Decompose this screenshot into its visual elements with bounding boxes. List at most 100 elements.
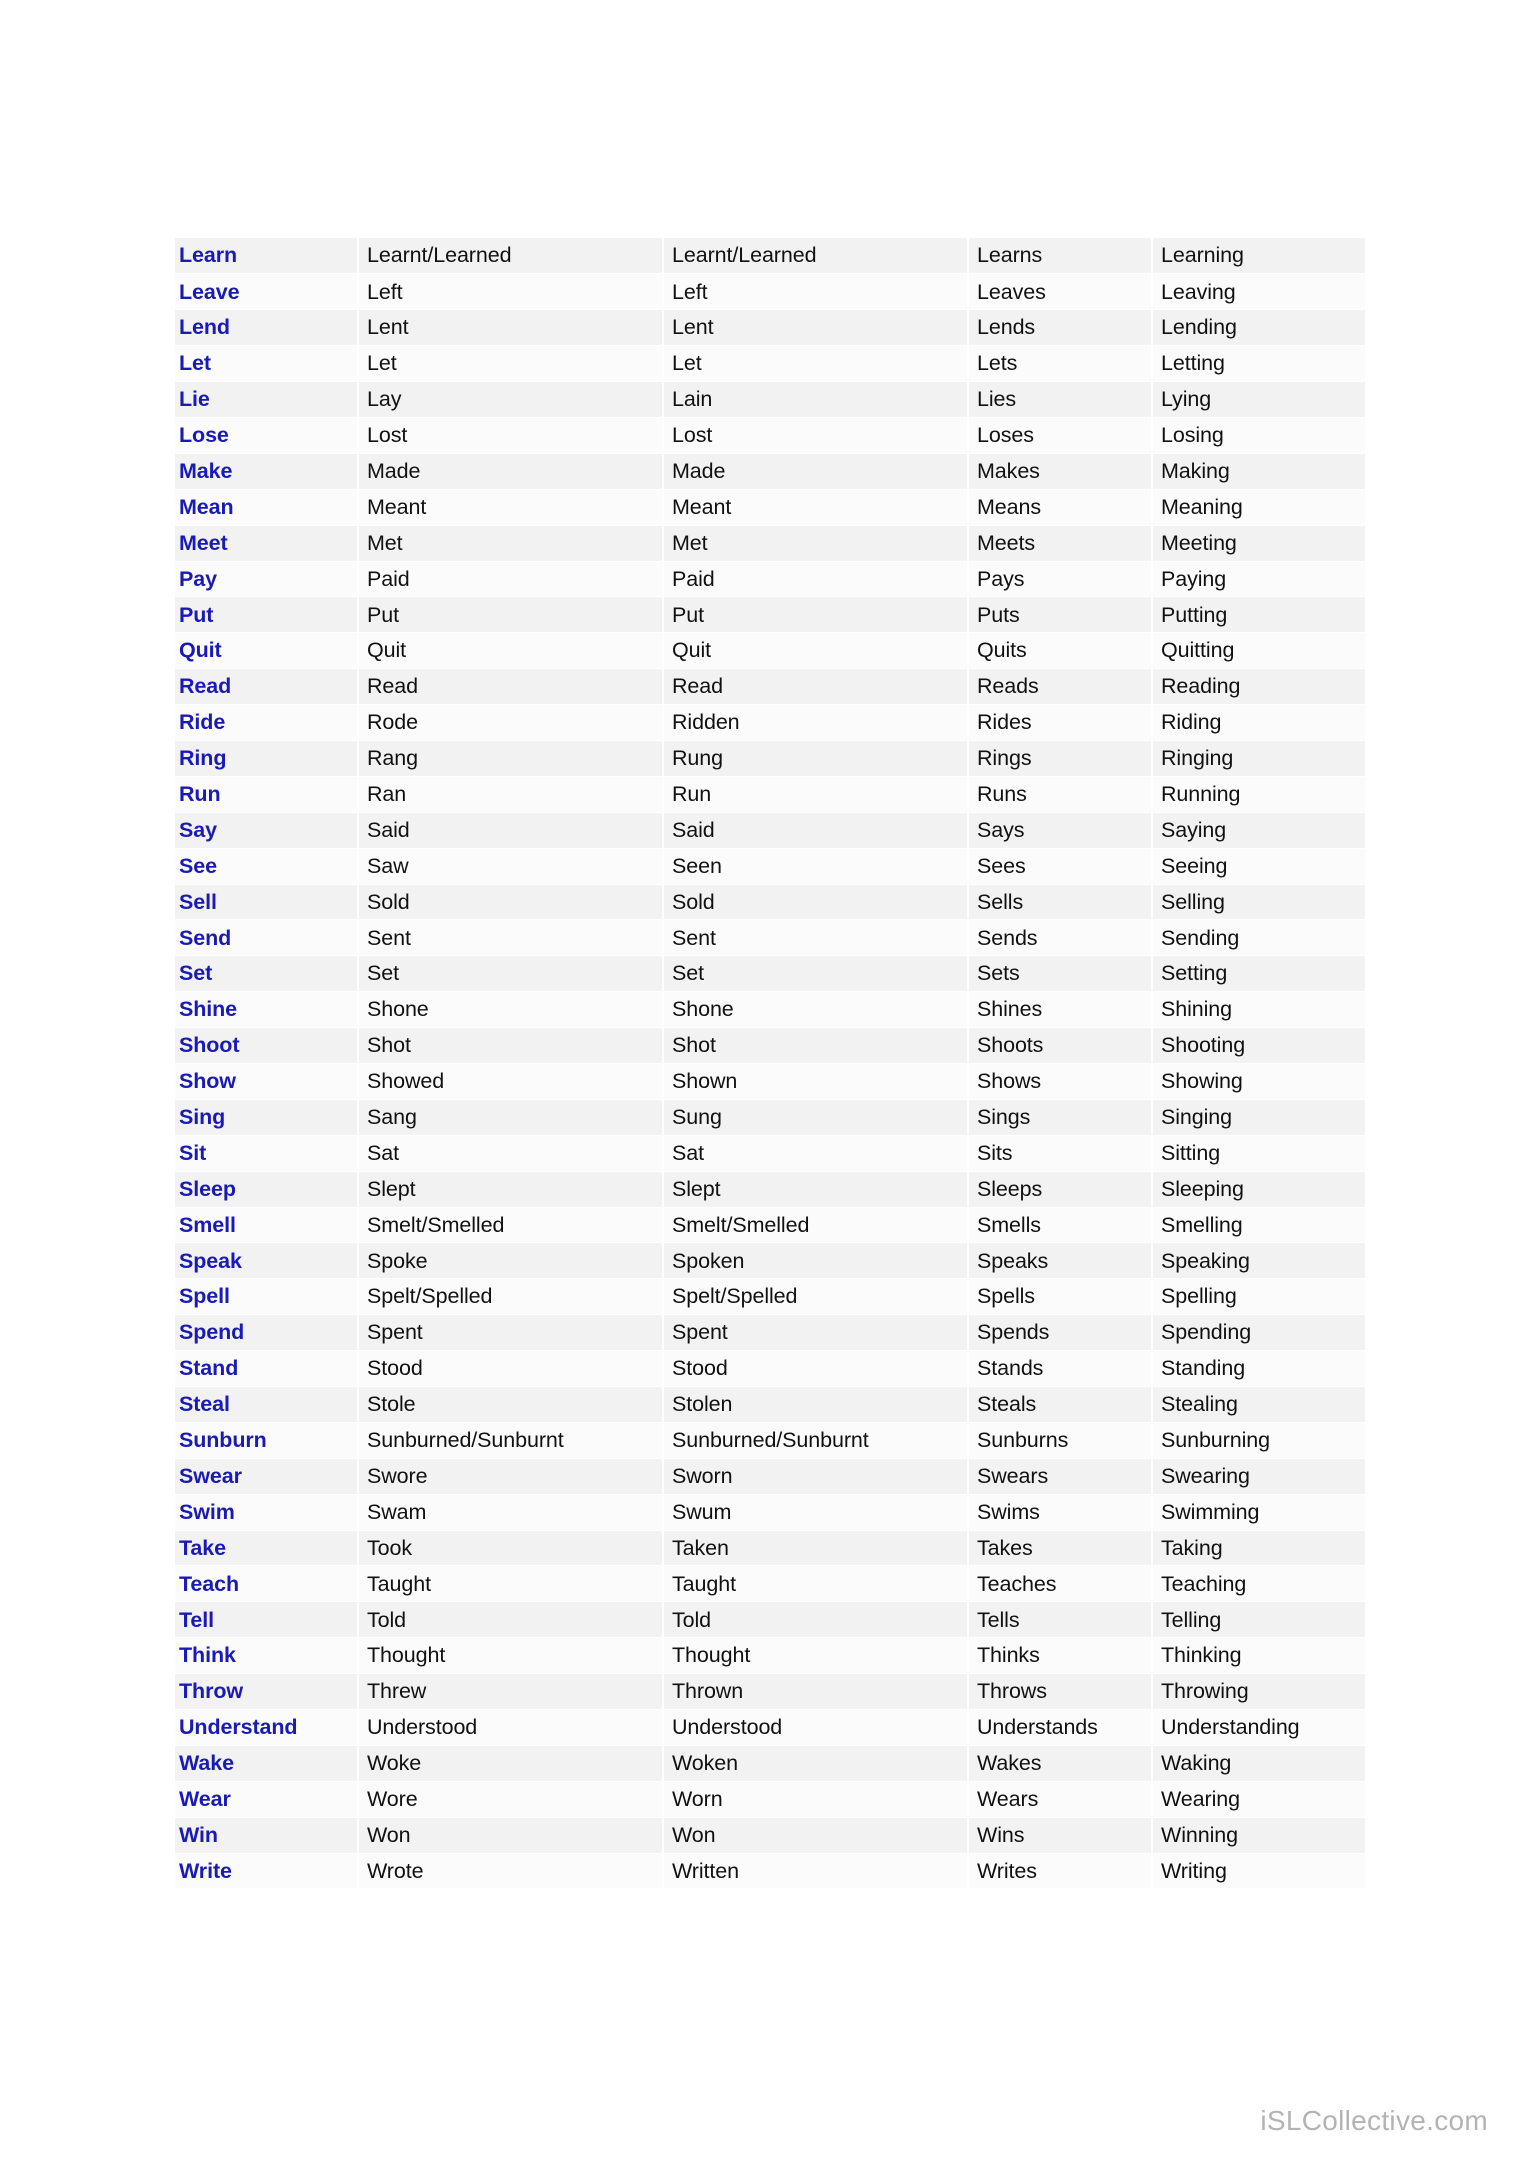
verb-form-cell: Spelling: [1152, 1278, 1365, 1316]
table-row: Leave Left Left Leaves Leaving: [175, 273, 1365, 311]
table-row: Swim Swam Swum Swims Swimming: [175, 1494, 1365, 1531]
verb-form-cell: Stood: [663, 1350, 969, 1387]
verb-base-form-cell: Put: [175, 596, 359, 634]
verb-base-form-cell: Understand: [175, 1709, 359, 1746]
verb-form-cell: Run: [663, 776, 969, 813]
table-row: Spend Spent Spent Spends Spending: [175, 1314, 1365, 1352]
verb-base-form-cell: Steal: [175, 1386, 359, 1423]
verb-form-cell: Stole: [358, 1386, 664, 1423]
verb-form-cell: Meaning: [1152, 489, 1365, 526]
verb-form-cell: Spending: [1152, 1314, 1365, 1352]
verb-form-cell: Sunburned/Sunburnt: [358, 1422, 664, 1459]
verb-form-cell: Meeting: [1152, 525, 1365, 562]
verb-form-cell: Sunburning: [1152, 1422, 1365, 1459]
verb-form-cell: Saw: [358, 848, 664, 885]
verb-form-cell: Swears: [968, 1458, 1153, 1495]
verb-form-cell: Reading: [1152, 668, 1365, 706]
verb-base-form-cell: Quit: [175, 632, 359, 670]
verb-base-form-cell: Speak: [175, 1242, 359, 1280]
verb-form-cell: Makes: [968, 453, 1153, 490]
verb-form-cell: Runs: [968, 776, 1153, 813]
verb-form-cell: Spoke: [358, 1242, 664, 1280]
verb-form-cell: Lent: [663, 309, 969, 347]
verb-base-form-cell: Stand: [175, 1350, 359, 1387]
table-row: Wear Wore Worn Wears Wearing: [175, 1781, 1365, 1818]
verb-base-form-cell: Say: [175, 812, 359, 849]
verb-form-cell: Sung: [663, 1099, 969, 1136]
verb-base-form-cell: Run: [175, 776, 359, 813]
table-row: Steal Stole Stolen Steals Stealing: [175, 1386, 1365, 1423]
verb-base-form-cell: Ring: [175, 740, 359, 777]
verb-base-form-cell: Swim: [175, 1494, 359, 1531]
verb-form-cell: Spelt/Spelled: [358, 1278, 664, 1316]
verb-form-cell: Smelt/Smelled: [663, 1207, 969, 1244]
verb-form-cell: Rides: [968, 704, 1153, 741]
verb-form-cell: Sat: [663, 1135, 969, 1172]
verb-form-cell: Telling: [1152, 1601, 1365, 1639]
table-row: Read Read Read Reads Reading: [175, 668, 1365, 706]
verb-form-cell: Sunburned/Sunburnt: [663, 1422, 969, 1459]
verb-form-cell: Swam: [358, 1494, 664, 1531]
table-row: Shoot Shot Shot Shoots Shooting: [175, 1027, 1365, 1064]
irregular-verbs-table-body: Learn Learnt/Learned Learnt/Learned Learns L…: [175, 238, 1365, 1890]
table-row: Let Let Let Lets Letting: [175, 345, 1365, 383]
verb-base-form-cell: Tell: [175, 1601, 359, 1639]
verb-form-cell: Throwing: [1152, 1673, 1365, 1711]
verb-form-cell: Sleeping: [1152, 1171, 1365, 1208]
verb-form-cell: Slept: [358, 1171, 664, 1208]
verb-form-cell: Standing: [1152, 1350, 1365, 1387]
verb-form-cell: Leaving: [1152, 273, 1365, 311]
verb-form-cell: Wears: [968, 1781, 1153, 1818]
verb-form-cell: Wrote: [358, 1853, 664, 1890]
table-row: Sunburn Sunburned/Sunburnt Sunburned/Sunbu…: [175, 1422, 1365, 1459]
table-row: Win Won Won Wins Winning: [175, 1817, 1365, 1854]
verb-form-cell: Understanding: [1152, 1709, 1365, 1746]
table-row: Smell Smelt/Smelled Smelt/Smelled Smells Sme…: [175, 1207, 1365, 1244]
verb-base-form-cell: Think: [175, 1637, 359, 1675]
table-row: Shine Shone Shone Shines Shining: [175, 991, 1365, 1029]
verb-form-cell: Shone: [358, 991, 664, 1029]
verb-base-form-cell: Wake: [175, 1745, 359, 1782]
verb-form-cell: Learning: [1152, 238, 1365, 275]
verb-form-cell: Said: [663, 812, 969, 849]
verb-form-cell: Sends: [968, 919, 1153, 957]
verb-form-cell: Took: [358, 1530, 664, 1567]
table-row: Send Sent Sent Sends Sending: [175, 919, 1365, 957]
verb-base-form-cell: Take: [175, 1530, 359, 1567]
verb-form-cell: Lending: [1152, 309, 1365, 347]
site-watermark: iSLCollective.com: [1260, 2105, 1488, 2136]
verb-form-cell: Quit: [663, 632, 969, 670]
table-row: Take Took Taken Takes Taking: [175, 1530, 1365, 1567]
table-row: Swear Swore Sworn Swears Swearing: [175, 1458, 1365, 1495]
verb-form-cell: Running: [1152, 776, 1365, 813]
table-row: Pay Paid Paid Pays Paying: [175, 561, 1365, 598]
verb-form-cell: Thought: [663, 1637, 969, 1675]
verb-form-cell: Writes: [968, 1853, 1153, 1890]
verb-form-cell: Wakes: [968, 1745, 1153, 1782]
verb-form-cell: Made: [663, 453, 969, 490]
table-row: Tell Told Told Tells Telling: [175, 1601, 1365, 1639]
verb-form-cell: Rung: [663, 740, 969, 777]
verb-form-cell: Winning: [1152, 1817, 1365, 1854]
table-row: Make Made Made Makes Making: [175, 453, 1365, 490]
verb-form-cell: Riding: [1152, 704, 1365, 741]
verb-base-form-cell: See: [175, 848, 359, 885]
verb-form-cell: Leaves: [968, 273, 1153, 311]
verb-form-cell: Quitting: [1152, 632, 1365, 670]
verb-form-cell: Wins: [968, 1817, 1153, 1854]
table-row: Sit Sat Sat Sits Sitting: [175, 1135, 1365, 1172]
table-row: Spell Spelt/Spelled Spelt/Spelled Spells Spe…: [175, 1278, 1365, 1316]
verb-form-cell: Met: [663, 525, 969, 562]
verb-form-cell: Taking: [1152, 1530, 1365, 1567]
verb-form-cell: Written: [663, 1853, 969, 1890]
irregular-verbs-table-container: Learn Learnt/Learned Learnt/Learned Learns L…: [175, 238, 1365, 1890]
verb-form-cell: Meets: [968, 525, 1153, 562]
table-row: Sell Sold Sold Sells Selling: [175, 884, 1365, 921]
verb-form-cell: Lends: [968, 309, 1153, 347]
verb-form-cell: Says: [968, 812, 1153, 849]
verb-form-cell: Lay: [358, 381, 664, 418]
verb-base-form-cell: Mean: [175, 489, 359, 526]
verb-form-cell: Lent: [358, 309, 664, 347]
verb-form-cell: Understood: [358, 1709, 664, 1746]
verb-form-cell: Smelt/Smelled: [358, 1207, 664, 1244]
